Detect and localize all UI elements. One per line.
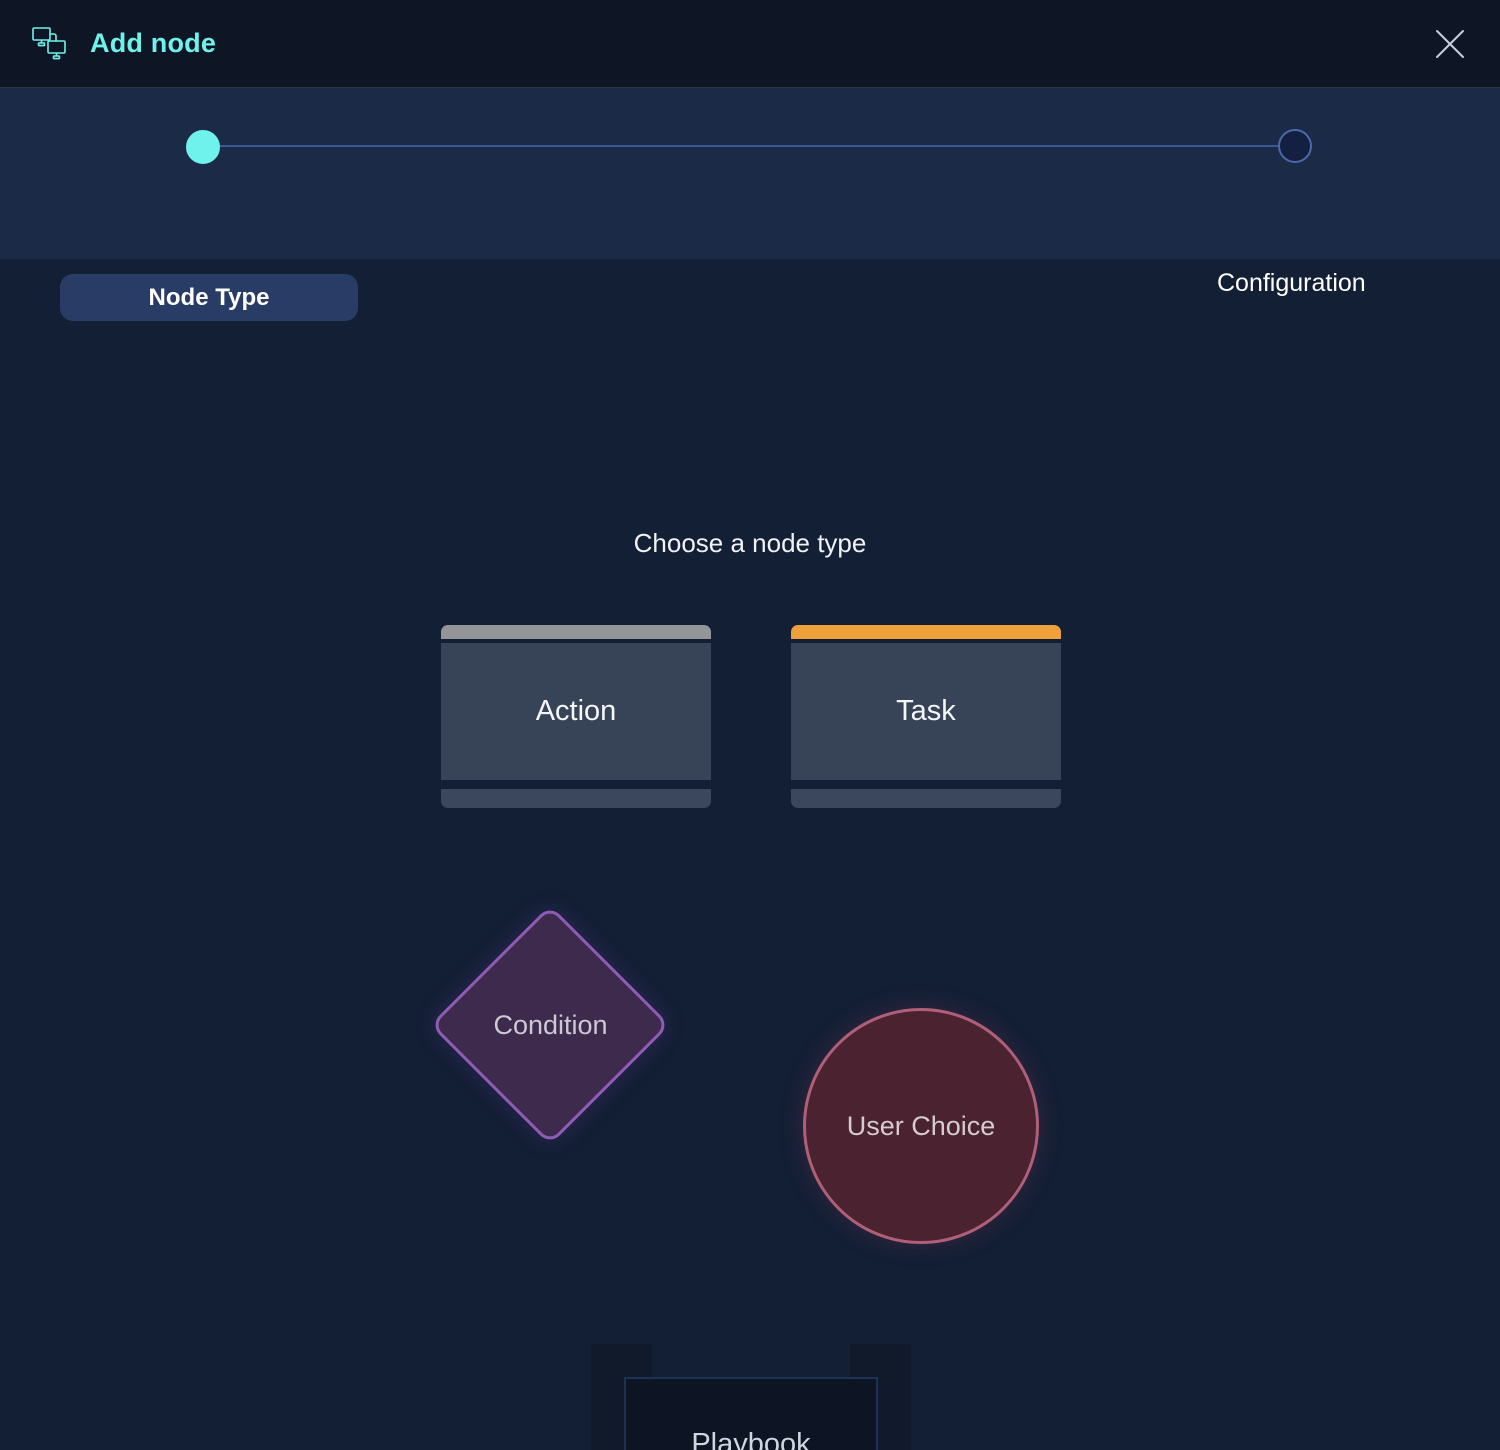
node-type-option-playbook[interactable]: Playbook xyxy=(591,1344,911,1450)
node-type-option-user-choice[interactable]: User Choice xyxy=(803,1008,1039,1244)
step-node-type-dot[interactable] xyxy=(186,130,220,164)
task-card-footer-bar xyxy=(791,789,1061,808)
close-icon xyxy=(1436,29,1464,58)
task-card-body: Task xyxy=(791,643,1061,780)
user-choice-label: User Choice xyxy=(846,1110,996,1141)
dialog-header: Add node xyxy=(0,0,1500,88)
dialog-body: Choose a node type Action Task Condition… xyxy=(0,260,1500,1450)
node-topology-icon xyxy=(30,23,72,65)
playbook-panel: Playbook xyxy=(624,1377,878,1450)
node-type-option-action[interactable]: Action xyxy=(441,625,711,808)
action-card-label: Action xyxy=(535,695,617,727)
action-card-footer-bar xyxy=(441,789,711,808)
header-title-group: Add node xyxy=(0,23,216,65)
playbook-label: Playbook xyxy=(691,1427,811,1450)
wizard-stepper: Node Type Configuration xyxy=(0,88,1500,321)
stepper-connector-line xyxy=(205,145,1297,147)
add-node-dialog: Add node Node Type Configuration Choose … xyxy=(0,0,1500,1450)
choose-node-type-prompt: Choose a node type xyxy=(633,528,867,558)
step-configuration-dot[interactable] xyxy=(1278,129,1312,163)
dialog-title: Add node xyxy=(90,28,217,58)
task-card-label: Task xyxy=(896,695,956,727)
task-card-accent-bar xyxy=(791,625,1061,639)
action-card-accent-bar xyxy=(441,625,711,639)
close-button[interactable] xyxy=(1426,20,1474,68)
node-type-option-condition[interactable]: Condition xyxy=(429,904,671,1146)
condition-diamond-shape xyxy=(429,904,671,1146)
node-type-option-task[interactable]: Task xyxy=(791,625,1061,808)
action-card-body: Action xyxy=(441,643,711,780)
